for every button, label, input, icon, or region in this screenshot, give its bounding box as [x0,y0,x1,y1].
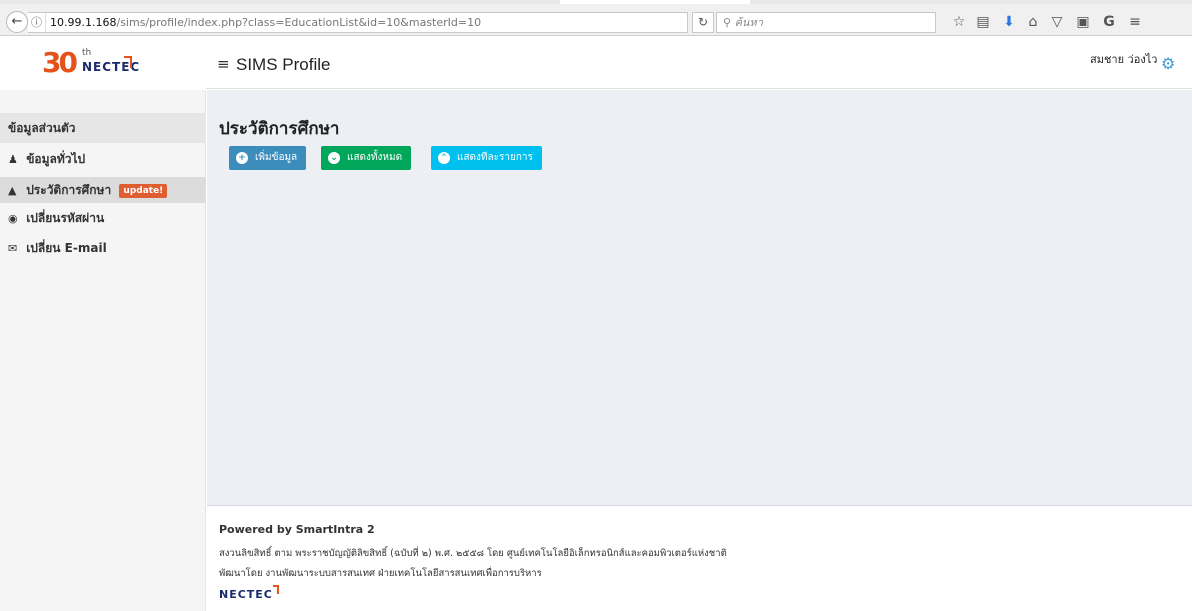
home-icon[interactable]: ⌂ [1024,13,1042,31]
powered-by: Powered by SmartIntra 2 [219,523,375,536]
logo-superscript: th [82,48,92,58]
sidebar-item-education[interactable]: ▲ ประวัติการศึกษา update! [0,177,206,203]
update-badge: update! [119,184,168,198]
app-header: 30 th NECTEC ≡ SIMS Profile สมชาย ว่องไว… [0,37,1192,89]
magnifier-icon: ⚲ [723,16,732,29]
sidebar-item-change-password[interactable]: ◉ เปลี่ยนรหัสผ่าน [0,205,206,231]
show-all-label: แสดงทั้งหมด [347,152,403,163]
page-title: ประวัติการศึกษา [219,119,340,139]
user-icon: ♟ [8,153,18,166]
url-host: 10.99.1.168 [50,16,117,29]
bookmark-star-icon[interactable]: ☆ [950,13,968,31]
grammar-extension-icon[interactable]: G [1100,13,1118,31]
add-record-label: เพิ่มข้อมูล [255,152,298,163]
browser-search-input[interactable]: ⚲ ค้นหา [716,12,936,33]
logo[interactable]: 30 th NECTEC [0,37,206,89]
user-name[interactable]: สมชาย ว่องไว [1090,50,1157,68]
graduation-cap-icon: ▲ [8,184,17,197]
logo-mark [124,56,132,68]
plus-circle-icon: + [236,152,248,164]
extension-icon[interactable]: ▣ [1074,13,1092,31]
show-all-button[interactable]: ⌄ แสดงทั้งหมด [321,146,412,170]
reload-icon[interactable]: ↻ [692,12,714,33]
developer-text: พัฒนาโดย งานพัฒนาระบบสารสนเทศ ฝ่ายเทคโนโ… [219,568,542,579]
sidebar-item-general-info[interactable]: ♟ ข้อมูลทั่วไป [0,146,206,172]
sidebar: ข้อมูลส่วนตัว ♟ ข้อมูลทั่วไป ▲ ประวัติกา… [0,90,206,611]
chevron-up-circle-icon: ⌃ [438,152,450,164]
search-placeholder: ค้นหา [734,16,763,29]
chevron-down-circle-icon: ⌄ [328,152,340,164]
sidebar-item-change-email[interactable]: ✉ เปลี่ยน E-mail [0,235,206,261]
sidebar-heading: ข้อมูลส่วนตัว [0,113,206,143]
download-icon[interactable]: ⬇ [1000,13,1018,31]
sidebar-item-label: ข้อมูลทั่วไป [26,152,86,166]
envelope-icon: ✉ [8,242,18,255]
browser-menu-icon[interactable]: ≡ [1126,13,1144,31]
lock-icon: ◉ [8,212,18,225]
main-content: ประวัติการศึกษา + เพิ่มข้อมูล ⌄ แสดงทั้ง… [207,90,1192,505]
sidebar-item-label: เปลี่ยนรหัสผ่าน [26,211,105,225]
show-each-button[interactable]: ⌃ แสดงทีละรายการ [431,146,542,170]
browser-toolbar: ← ⓘ 10.99.1.168/sims/profile/index.php?cl… [0,0,1192,36]
url-path: /sims/profile/index.php?class=EducationL… [116,16,482,29]
footer-logo-mark [273,585,279,594]
address-bar[interactable]: ⓘ 10.99.1.168/sims/profile/index.php?clas… [28,12,688,33]
sidebar-item-label: เปลี่ยน E-mail [26,241,107,255]
site-info-icon[interactable]: ⓘ [28,13,46,32]
logo-number: 30 [42,46,78,79]
show-each-label: แสดงทีละรายการ [457,152,533,163]
back-button[interactable]: ← [6,11,28,33]
app-title: SIMS Profile [236,55,331,74]
menu-toggle-icon[interactable]: ≡ [217,55,230,73]
pocket-icon[interactable]: ▽ [1048,13,1066,31]
footer-logo: NECTEC [219,588,273,601]
add-record-button[interactable]: + เพิ่มข้อมูล [229,146,307,170]
gears-icon[interactable]: ⚙ [1161,56,1175,72]
footer: Powered by SmartIntra 2 สงวนลิขสิทธิ์ ตา… [207,505,1192,611]
reading-list-icon[interactable]: ▤ [974,13,992,31]
sidebar-item-label: ประวัติการศึกษา [26,183,112,197]
active-tab[interactable] [560,0,750,4]
copyright-text: สงวนลิขสิทธิ์ ตาม พระราชบัญญัติลิขสิทธิ์… [219,548,727,559]
